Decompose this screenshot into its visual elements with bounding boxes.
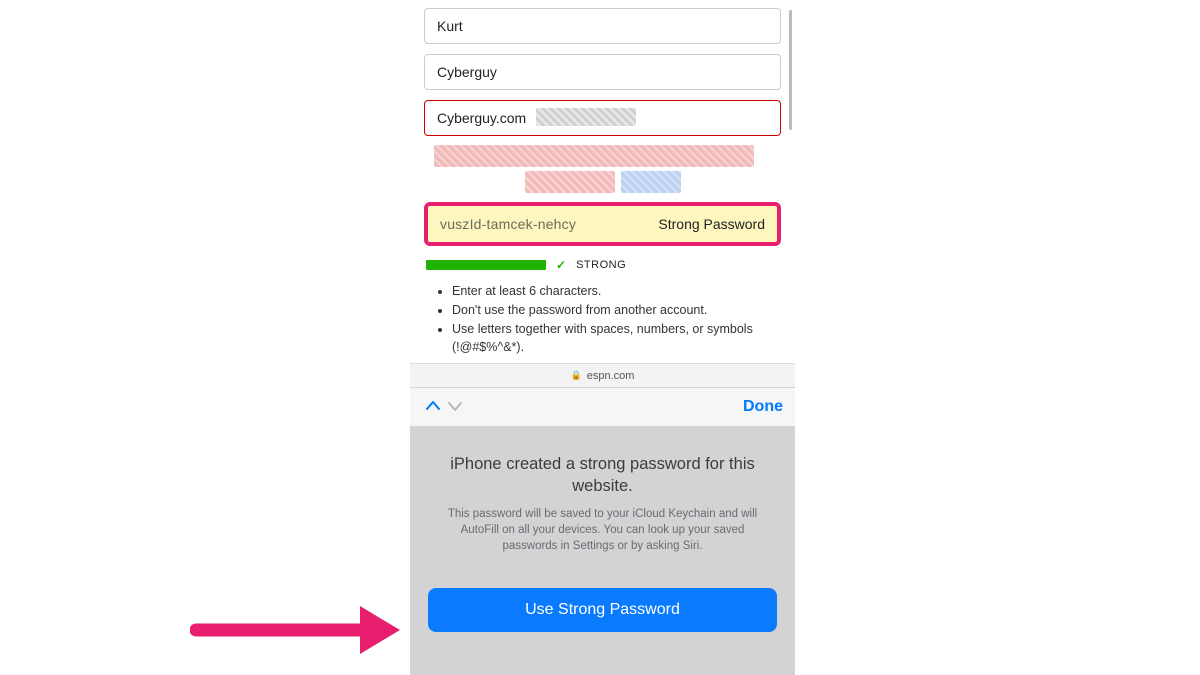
list-item: Use letters together with spaces, number… bbox=[452, 320, 781, 358]
strength-label: STRONG bbox=[576, 259, 626, 271]
signup-form: vuszId-tamcek-nehcy Strong Password ✓ ST… bbox=[410, 0, 795, 363]
password-hints-list: Enter at least 6 characters. Don't use t… bbox=[424, 282, 781, 363]
strength-bar bbox=[426, 260, 546, 270]
next-field-button[interactable] bbox=[444, 399, 466, 416]
list-item: Enter at least 6 characters. bbox=[452, 282, 781, 301]
password-highlight-box: vuszId-tamcek-nehcy Strong Password bbox=[424, 202, 781, 246]
password-strength-meter: ✓ STRONG bbox=[424, 258, 781, 272]
url-bar[interactable]: 🔒 espn.com bbox=[410, 363, 795, 387]
redacted-overlay bbox=[536, 108, 636, 126]
phone-frame: vuszId-tamcek-nehcy Strong Password ✓ ST… bbox=[410, 0, 795, 675]
checkmark-icon: ✓ bbox=[556, 258, 566, 272]
use-strong-password-button[interactable]: Use Strong Password bbox=[428, 588, 777, 632]
domain-label: espn.com bbox=[587, 370, 635, 382]
done-button[interactable]: Done bbox=[743, 398, 783, 416]
password-strength-badge: Strong Password bbox=[658, 216, 765, 232]
keyboard-accessory-bar: Done bbox=[410, 387, 795, 427]
list-item: Don't use the password from another acco… bbox=[452, 301, 781, 320]
keychain-suggestion-panel: iPhone created a strong password for thi… bbox=[410, 427, 795, 675]
prev-field-button[interactable] bbox=[422, 399, 444, 416]
scrollbar[interactable] bbox=[789, 10, 792, 130]
last-name-field[interactable] bbox=[424, 54, 781, 90]
first-name-field[interactable] bbox=[424, 8, 781, 44]
chevron-down-icon bbox=[448, 399, 462, 413]
error-message bbox=[424, 146, 781, 192]
chevron-up-icon bbox=[426, 399, 440, 413]
password-field[interactable]: vuszId-tamcek-nehcy Strong Password bbox=[428, 206, 777, 242]
lock-icon: 🔒 bbox=[571, 370, 582, 381]
password-value: vuszId-tamcek-nehcy bbox=[440, 216, 658, 232]
panel-subtitle: This password will be saved to your iClo… bbox=[443, 506, 763, 554]
panel-title: iPhone created a strong password for thi… bbox=[448, 453, 758, 498]
callout-arrow-annotation bbox=[190, 600, 400, 660]
arrow-icon bbox=[190, 600, 400, 660]
